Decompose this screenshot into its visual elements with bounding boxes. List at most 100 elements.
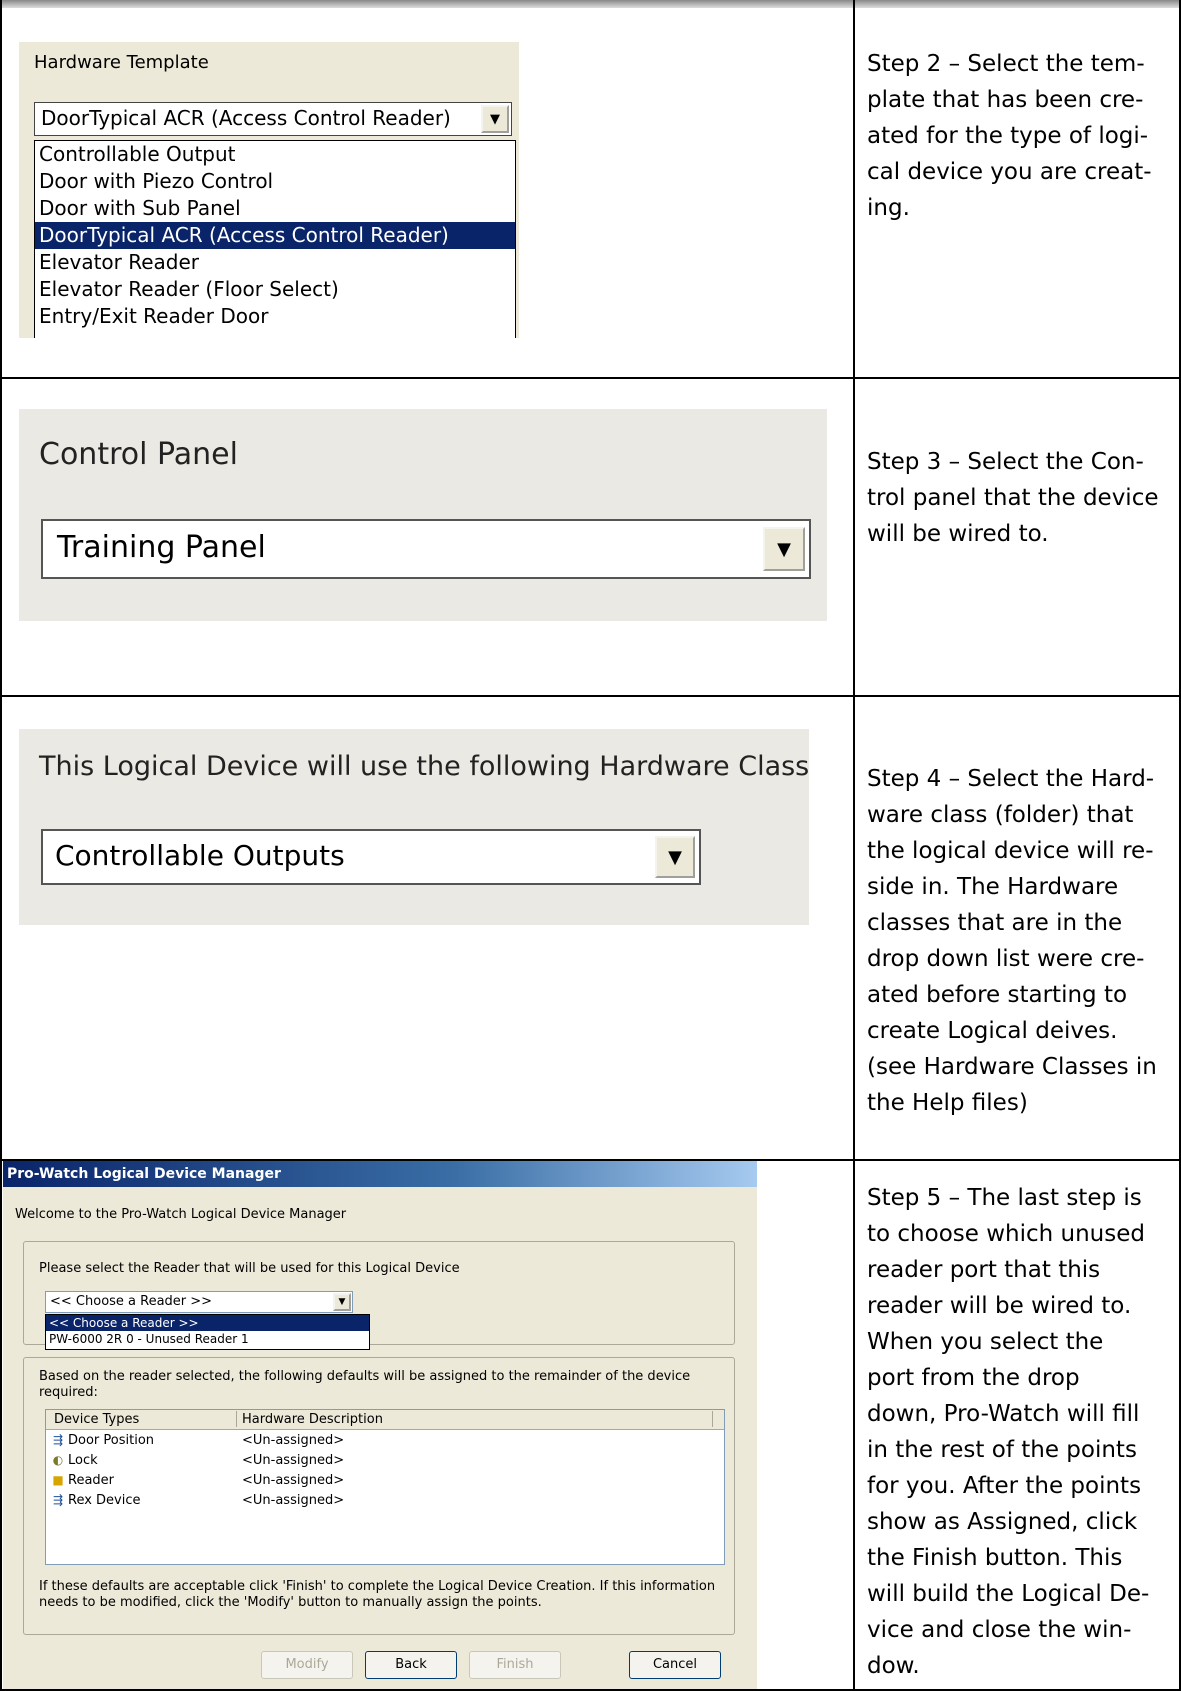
- cancel-button[interactable]: Cancel: [629, 1651, 721, 1679]
- step-3-description: Step 3 – Select the Con- trol panel that…: [867, 444, 1167, 552]
- defaults-description: Based on the reader selected, the follow…: [39, 1369, 691, 1400]
- device-table: Device Types Hardware Description ⇶ Door…: [45, 1409, 725, 1565]
- list-item[interactable]: Controllable Output: [35, 141, 515, 168]
- step-5-description: Step 5 – The last step is to choose whic…: [867, 1180, 1167, 1684]
- text-line: ated before starting to: [867, 982, 1128, 1008]
- device-type: Lock: [68, 1453, 98, 1468]
- chevron-down-icon[interactable]: ▼: [333, 1293, 351, 1311]
- text-line: will be wired to.: [867, 521, 1049, 547]
- text-line: Step 2 – Select the tem-: [867, 51, 1145, 77]
- list-item[interactable]: Door with Piezo Control: [35, 168, 515, 195]
- footer-instructions: If these defaults are acceptable click '…: [39, 1579, 716, 1610]
- chevron-down-icon[interactable]: ▼: [655, 836, 695, 878]
- text-line: trol panel that the device: [867, 485, 1159, 511]
- table-row[interactable]: ⇶ Rex Device <Un-assigned>: [46, 1491, 724, 1511]
- text-line: (see Hardware Classes in: [867, 1054, 1157, 1080]
- reader-icon: ■: [52, 1473, 64, 1487]
- hardware-description: <Un-assigned>: [242, 1473, 345, 1488]
- text-line: reader will be wired to.: [867, 1293, 1132, 1319]
- step-4-description: Step 4 – Select the Hard- ware class (fo…: [867, 761, 1167, 1121]
- text-line: will build the Logical De-: [867, 1581, 1150, 1607]
- table-left-border: [0, 0, 2, 1691]
- hardware-template-label: Hardware Template: [34, 52, 209, 73]
- text-line: show as Assigned, click: [867, 1509, 1138, 1535]
- control-panel-selected-value: Training Panel: [57, 530, 266, 565]
- hardware-description: <Un-assigned>: [242, 1433, 345, 1448]
- row-divider: [0, 695, 1181, 697]
- reader-dropdown-list: << Choose a Reader >> PW-6000 2R 0 - Unu…: [45, 1314, 370, 1350]
- control-panel-label: Control Panel: [39, 437, 238, 472]
- reader-select[interactable]: << Choose a Reader >> ▼: [45, 1291, 353, 1313]
- reader-prompt: Please select the Reader that will be us…: [39, 1261, 460, 1276]
- column-header-hardware-description[interactable]: Hardware Description: [242, 1412, 383, 1427]
- text-line: Step 3 – Select the Con-: [867, 449, 1144, 475]
- door-position-icon: ⇶: [52, 1433, 64, 1447]
- finish-button[interactable]: Finish: [469, 1651, 561, 1679]
- top-border: [0, 0, 1181, 8]
- table-row[interactable]: ■ Reader <Un-assigned>: [46, 1471, 724, 1491]
- column-header-device-types[interactable]: Device Types: [54, 1412, 139, 1427]
- text-line: create Logical deives.: [867, 1018, 1118, 1044]
- list-item[interactable]: Elevator Reader (Floor Select): [35, 276, 515, 303]
- text-line: for you. After the points: [867, 1473, 1142, 1499]
- text-line: Step 5 – The last step is: [867, 1185, 1142, 1211]
- control-panel-screenshot: Control Panel Training Panel ▼: [19, 409, 827, 621]
- hardware-template-select[interactable]: DoorTypical ACR (Access Control Reader) …: [34, 102, 512, 136]
- welcome-text: Welcome to the Pro-Watch Logical Device …: [15, 1207, 347, 1222]
- hardware-class-select[interactable]: Controllable Outputs ▼: [41, 829, 701, 885]
- table-row[interactable]: ◐ Lock <Un-assigned>: [46, 1451, 724, 1471]
- text-line: the Help files): [867, 1090, 1028, 1116]
- table-header: Device Types Hardware Description: [46, 1410, 724, 1430]
- text-line: classes that are in the: [867, 910, 1123, 936]
- logical-device-manager-window: Pro-Watch Logical Device Manager Welcome…: [3, 1161, 757, 1689]
- text-line: cal device you are creat-: [867, 159, 1152, 185]
- chevron-down-icon[interactable]: ▼: [763, 527, 805, 571]
- text-line: in the rest of the points: [867, 1437, 1137, 1463]
- modify-button[interactable]: Modify: [261, 1651, 353, 1679]
- column-separator[interactable]: [712, 1411, 713, 1427]
- list-item-selected[interactable]: DoorTypical ACR (Access Control Reader): [35, 222, 515, 249]
- text-line: dow.: [867, 1653, 920, 1679]
- list-item-selected[interactable]: << Choose a Reader >>: [46, 1315, 369, 1331]
- text-line: ing.: [867, 195, 910, 221]
- text-line: ware class (folder) that: [867, 802, 1134, 828]
- row-divider: [0, 377, 1181, 379]
- hardware-class-screenshot: This Logical Device will use the followi…: [19, 729, 809, 925]
- text-line: ated for the type of logi-: [867, 123, 1149, 149]
- text-line: vice and close the win-: [867, 1617, 1132, 1643]
- hardware-template-dropdown-list: Controllable Output Door with Piezo Cont…: [34, 140, 516, 338]
- column-divider: [853, 0, 855, 1691]
- text-line: to choose which unused: [867, 1221, 1145, 1247]
- text-line: When you select the: [867, 1329, 1104, 1355]
- list-item[interactable]: Elevator Reader: [35, 249, 515, 276]
- hardware-template-screenshot: Hardware Template DoorTypical ACR (Acces…: [19, 42, 519, 338]
- device-type: Door Position: [68, 1433, 155, 1448]
- lock-icon: ◐: [52, 1453, 64, 1467]
- hardware-description: <Un-assigned>: [242, 1493, 345, 1508]
- device-type: Reader: [68, 1473, 115, 1488]
- hardware-class-label: This Logical Device will use the followi…: [39, 751, 809, 782]
- hardware-class-selected-value: Controllable Outputs: [55, 839, 345, 872]
- chevron-down-icon[interactable]: ▼: [481, 105, 509, 133]
- text-line: reader port that this: [867, 1257, 1101, 1283]
- column-separator[interactable]: [236, 1411, 237, 1427]
- list-item[interactable]: Entry/Exit Reader Door: [35, 303, 515, 330]
- table-row[interactable]: ⇶ Door Position <Un-assigned>: [46, 1431, 724, 1451]
- control-panel-select[interactable]: Training Panel ▼: [41, 519, 811, 579]
- list-item[interactable]: PW-6000 2R 0 - Unused Reader 1: [46, 1331, 369, 1347]
- list-item[interactable]: Door with Sub Panel: [35, 195, 515, 222]
- text-line: port from the drop: [867, 1365, 1080, 1391]
- text-line: drop down list were cre-: [867, 946, 1145, 972]
- reader-selected-value: << Choose a Reader >>: [50, 1294, 213, 1309]
- device-type: Rex Device: [68, 1493, 141, 1508]
- text-line: down, Pro-Watch will fill: [867, 1401, 1140, 1427]
- back-button[interactable]: Back: [365, 1651, 457, 1679]
- text-line: plate that has been cre-: [867, 87, 1144, 113]
- text-line: the logical device will re-: [867, 838, 1154, 864]
- text-line: Step 4 – Select the Hard-: [867, 766, 1155, 792]
- hardware-description: <Un-assigned>: [242, 1453, 345, 1468]
- rex-device-icon: ⇶: [52, 1493, 64, 1507]
- text-line: the Finish button. This: [867, 1545, 1123, 1571]
- step-2-description: Step 2 – Select the tem- plate that has …: [867, 46, 1167, 226]
- hardware-template-selected-value: DoorTypical ACR (Access Control Reader): [41, 106, 451, 130]
